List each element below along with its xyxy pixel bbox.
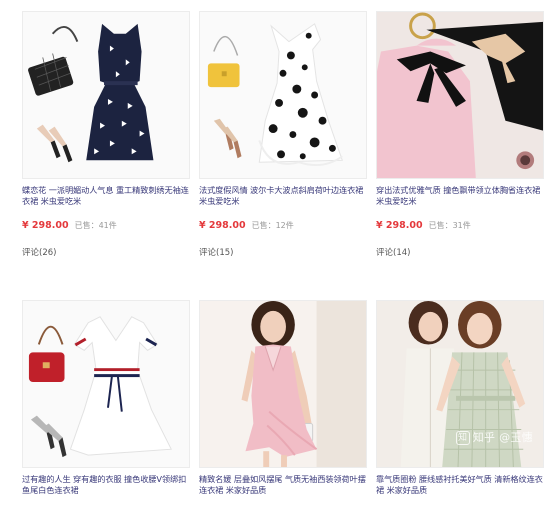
product-image-4[interactable] — [22, 300, 190, 468]
price-row-2: ¥ 298.00 已售：12件 — [199, 220, 367, 234]
product-image-3[interactable] — [376, 11, 544, 179]
sold-count-2: 已售：12件 — [251, 221, 294, 230]
product-title-3[interactable]: 穿出法式优雅气质 撞色飘带领立体胸省连衣裙 米虫爱吃米 — [376, 185, 544, 207]
reviews-label-2: 评论 — [199, 248, 217, 258]
product-price-1: ¥ 298.00 — [22, 220, 69, 231]
reviews-3[interactable]: 评论(14) — [376, 246, 410, 258]
product-grid: 蝶恋花 一派明媚动人气息 重工精致刺绣无袖连衣裙 米虫爱吃米 ¥ 298.00 已… — [0, 0, 554, 509]
reviews-1[interactable]: 评论(26) — [22, 246, 56, 258]
price-row-3: ¥ 298.00 已售：31件 — [376, 220, 544, 234]
reviews-label-3: 评论 — [376, 248, 394, 258]
pink-bow-dress-photo — [377, 12, 543, 178]
product-title-4[interactable]: 过有趣的人生 穿有趣的衣服 撞色收腰V领绑扣鱼尾白色连衣裙 — [22, 474, 190, 496]
product-title-5[interactable]: 精致名媛 层叠如风摆尾 气质无袖西装领荷叶摆连衣裙 米家好品质 — [199, 474, 367, 496]
white-wrap-dress-photo — [23, 301, 189, 467]
reviews-label-1: 评论 — [22, 248, 40, 258]
product-title-6[interactable]: 靠气质圈粉 腰线感衬托美好气质 清新格纹连衣裙 米家好品质 — [376, 474, 544, 496]
polka-dot-dress-photo — [200, 12, 366, 178]
reviews-2[interactable]: 评论(15) — [199, 246, 233, 258]
price-row-1: ¥ 298.00 已售：41件 — [22, 220, 190, 234]
watermark: 知知乎 @玉憓 — [455, 429, 533, 445]
reviews-count-1: (26) — [39, 248, 57, 258]
zhihu-logo-icon: 知 — [455, 431, 470, 445]
watermark-text: 知乎 @玉憓 — [472, 431, 533, 444]
product-image-6[interactable]: 知知乎 @玉憓 — [376, 300, 544, 468]
product-price-3: ¥ 298.00 — [376, 220, 423, 231]
sold-count-3: 已售：31件 — [428, 221, 471, 230]
pink-blazer-dress-model-photo — [200, 301, 366, 467]
product-image-2[interactable] — [199, 11, 367, 179]
navy-butterfly-dress-photo — [23, 12, 189, 178]
sold-count-1: 已售：41件 — [74, 221, 117, 230]
product-title-2[interactable]: 法式度假风情 波尔卡大波点斜肩荷叶边连衣裙 米虫爱吃米 — [199, 185, 367, 207]
reviews-count-2: (15) — [216, 248, 234, 258]
product-title-1[interactable]: 蝶恋花 一派明媚动人气息 重工精致刺绣无袖连衣裙 米虫爱吃米 — [22, 185, 190, 207]
reviews-count-3: (14) — [393, 248, 411, 258]
product-price-2: ¥ 298.00 — [199, 220, 246, 231]
product-image-1[interactable] — [22, 11, 190, 179]
product-image-5[interactable] — [199, 300, 367, 468]
